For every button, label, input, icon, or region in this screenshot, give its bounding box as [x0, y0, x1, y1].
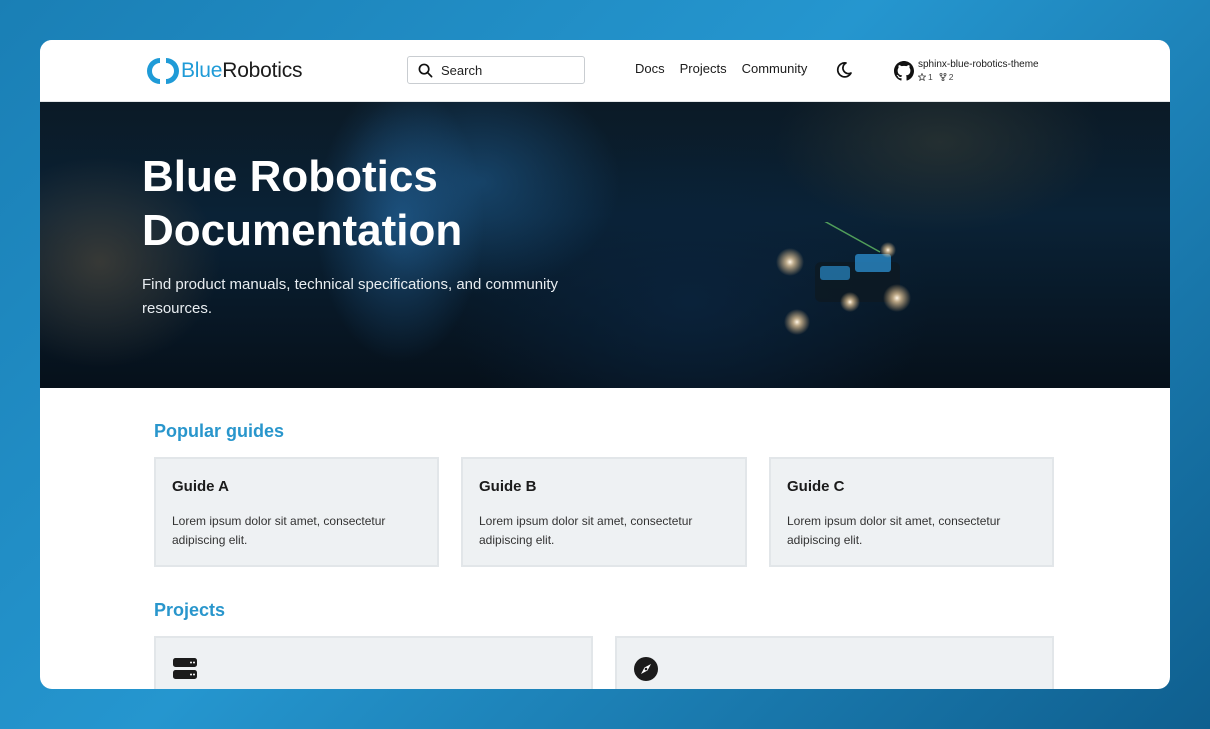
guide-card-a[interactable]: Guide A Lorem ipsum dolor sit amet, cons… — [154, 457, 439, 567]
project-card-1[interactable] — [154, 636, 593, 689]
search-icon — [418, 63, 433, 78]
search-label: Search — [441, 63, 482, 78]
guide-card-title: Guide A — [172, 478, 229, 495]
blue-robotics-logo-icon — [147, 55, 179, 87]
github-icon — [894, 61, 914, 81]
hero-title: Blue Robotics Documentation — [142, 150, 602, 258]
guide-card-title: Guide B — [479, 478, 537, 495]
guide-card-body: Lorem ipsum dolor sit amet, consectetur … — [479, 512, 719, 550]
star-icon — [918, 73, 926, 81]
moon-icon[interactable] — [835, 61, 853, 79]
guide-card-title: Guide C — [787, 478, 845, 495]
search-input[interactable]: Search — [407, 56, 585, 84]
github-stars: 1 — [918, 72, 933, 82]
github-forks: 2 — [939, 72, 954, 82]
guide-card-b[interactable]: Guide B Lorem ipsum dolor sit amet, cons… — [461, 457, 747, 567]
hero-banner: Blue Robotics Documentation Find product… — [40, 102, 1170, 388]
github-repo-link[interactable]: sphinx-blue-robotics-theme 1 2 — [894, 59, 1039, 82]
rov-illustration — [760, 222, 1000, 362]
brand-logo[interactable]: BlueRobotics — [147, 55, 302, 87]
server-icon — [172, 656, 198, 682]
nav-docs[interactable]: Docs — [635, 61, 665, 76]
github-fork-count: 2 — [949, 72, 954, 82]
github-stats: 1 2 — [918, 72, 1039, 82]
guide-card-body: Lorem ipsum dolor sit amet, consectetur … — [172, 512, 412, 550]
projects-heading: Projects — [154, 600, 225, 621]
github-repo-name: sphinx-blue-robotics-theme — [918, 59, 1039, 71]
guide-card-c[interactable]: Guide C Lorem ipsum dolor sit amet, cons… — [769, 457, 1054, 567]
nav-projects[interactable]: Projects — [680, 61, 727, 76]
nav-community[interactable]: Community — [742, 61, 808, 76]
browser-page: BlueRobotics Search Docs Projects Commun… — [40, 40, 1170, 689]
fork-icon — [939, 73, 947, 81]
main-nav: Docs Projects Community — [635, 61, 807, 76]
popular-guides-heading: Popular guides — [154, 421, 284, 442]
project-card-2[interactable] — [615, 636, 1054, 689]
top-navbar: BlueRobotics Search Docs Projects Commun… — [40, 40, 1170, 102]
brand-name: BlueRobotics — [181, 59, 302, 83]
guide-card-body: Lorem ipsum dolor sit amet, consectetur … — [787, 512, 1027, 550]
compass-icon — [633, 656, 659, 682]
github-star-count: 1 — [928, 72, 933, 82]
hero-subtitle: Find product manuals, technical specific… — [142, 273, 592, 321]
